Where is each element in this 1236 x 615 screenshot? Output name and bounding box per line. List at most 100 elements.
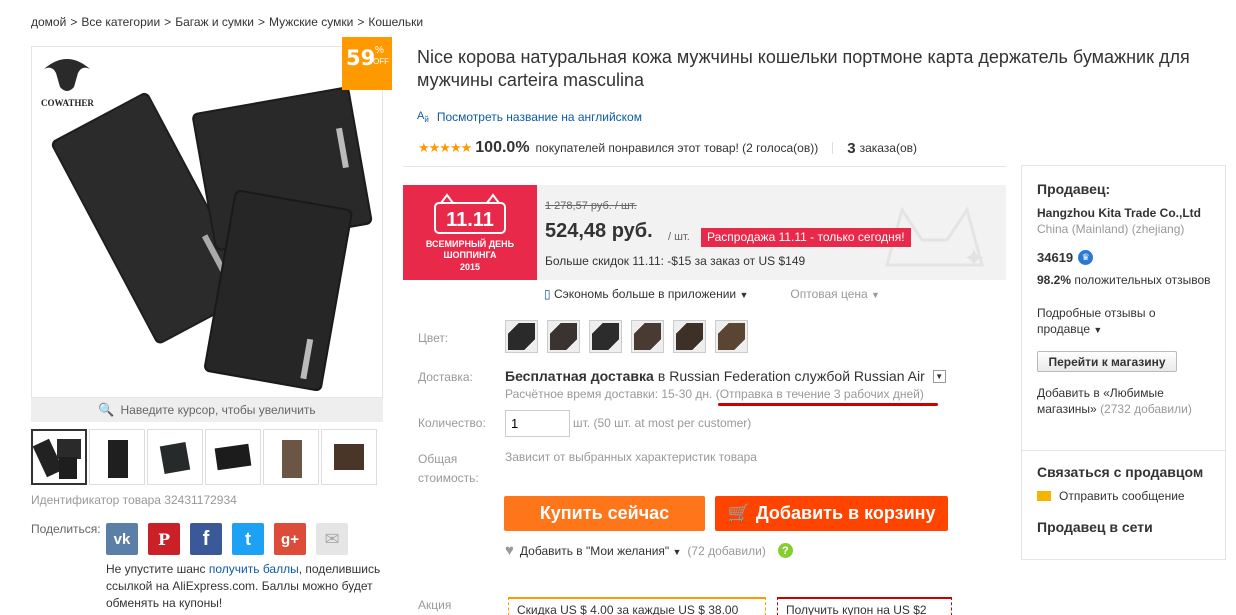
- svg-text:✦: ✦: [963, 243, 985, 273]
- divider: [403, 166, 1006, 167]
- svg-text:11.11: 11.11: [446, 209, 494, 231]
- thumbnail-strip: [31, 429, 377, 485]
- seller-card: Продавец: Hangzhou Kita Trade Co.,Ltd Ch…: [1021, 165, 1226, 560]
- wishlist-row: ♥ Добавить в "Мои желания" ▼ (72 добавил…: [505, 542, 793, 559]
- cart-icon: 🛒: [727, 503, 750, 523]
- svg-text:2015: 2015: [460, 262, 480, 272]
- zoom-hint-text: Наведите курсор, чтобы увеличить: [120, 403, 316, 417]
- red-highlight-underline: [718, 403, 938, 406]
- svg-text:ШОППИНГА: ШОППИНГА: [444, 250, 497, 260]
- brand-logo-icon: [44, 59, 90, 91]
- vk-icon[interactable]: vk: [106, 523, 138, 555]
- email-icon[interactable]: ✉: [316, 523, 348, 555]
- divider: [1022, 450, 1225, 451]
- quantity-label: Количество:: [418, 416, 486, 430]
- rating-row: ★★★★★ 100.0% покупателей понравился этот…: [418, 139, 917, 157]
- seller-name-link[interactable]: Hangzhou Kita Trade Co.,Ltd: [1037, 205, 1201, 221]
- brand-logo-text: COWATHER: [41, 98, 94, 108]
- app-row: ▯ Сэкономь больше в приложении ▼ Оптовая…: [544, 287, 880, 301]
- thumbnail-5[interactable]: [263, 429, 319, 485]
- breadcrumb: домой > Все категории > Багаж и сумки > Мужски…: [31, 15, 424, 29]
- shipping-destination: Russian Federation службой Russian Air: [669, 368, 925, 384]
- breadcrumb-wallets[interactable]: Кошельки: [368, 15, 423, 29]
- rating-percent: 100.0%: [475, 139, 530, 156]
- detailed-feedback-dropdown[interactable]: Подробные отзывы о продавце ▼: [1037, 305, 1187, 338]
- rating-stars-icon: ★★★★★: [418, 140, 472, 155]
- seller-title: Продавец:: [1037, 181, 1111, 197]
- help-icon[interactable]: ?: [777, 543, 793, 558]
- dispatch-time: (Отправка в течение 3 рабочих дней): [715, 387, 924, 401]
- orders-count: 3: [847, 139, 856, 157]
- thumbnail-3[interactable]: [147, 429, 203, 485]
- sale-badge: Распродажа 11.11 - только сегодня!: [701, 228, 911, 247]
- color-label: Цвет:: [418, 331, 449, 345]
- product-id: Идентификатор товара 32431172934: [31, 493, 237, 507]
- get-points-link[interactable]: получить баллы: [209, 562, 299, 576]
- add-to-cart-button[interactable]: 🛒 Добавить в корзину: [715, 496, 948, 531]
- free-shipping-text: Бесплатная доставка: [505, 368, 654, 384]
- thumbnail-6[interactable]: [321, 429, 377, 485]
- breadcrumb-luggage[interactable]: Багаж и сумки: [175, 15, 254, 29]
- thumbnail-1[interactable]: [31, 429, 87, 485]
- total-cost-value: Зависит от выбранных характеристик товар…: [505, 450, 757, 464]
- envelope-icon: [1037, 491, 1051, 501]
- caret-down-icon: ▼: [739, 290, 749, 300]
- shipping-label: Доставка:: [418, 370, 473, 384]
- magnifier-icon: 🔍: [98, 402, 115, 417]
- google-plus-icon[interactable]: g+: [274, 523, 306, 555]
- svg-text:ВСЕМИРНЫЙ ДЕНЬ: ВСЕМИРНЫЙ ДЕНЬ: [426, 238, 515, 249]
- zoom-hint: 🔍 Наведите курсор, чтобы увеличить: [31, 398, 383, 422]
- go-to-store-button[interactable]: Перейти к магазину: [1037, 351, 1177, 372]
- product-title: Nice корова натуральная кожа мужчины кош…: [417, 47, 1190, 90]
- color-swatch-1[interactable]: [505, 320, 538, 353]
- shipping-dropdown-icon[interactable]: ▼: [932, 369, 946, 383]
- singles-day-promo-logo: 11.11 ВСЕМИРНЫЙ ДЕНЬ ШОППИНГА 2015: [403, 185, 537, 280]
- save-in-app-dropdown[interactable]: ▯ Сэкономь больше в приложении ▼: [544, 287, 748, 301]
- thumbnail-4[interactable]: [205, 429, 261, 485]
- shipping-time: Расчётное время доставки: 15-30 дн. (Отп…: [505, 387, 924, 401]
- caret-down-icon: ▼: [871, 290, 880, 300]
- thumbnail-2[interactable]: [89, 429, 145, 485]
- color-swatch-2[interactable]: [547, 320, 580, 353]
- color-swatch-3[interactable]: [589, 320, 622, 353]
- rating-text[interactable]: покупателей понравился этот товар! (2 го…: [536, 141, 819, 155]
- wishlist-count: (72 добавили): [687, 543, 766, 558]
- view-english-title-link[interactable]: Посмотреть название на английском: [437, 110, 642, 124]
- translate-icon: Ай: [417, 110, 429, 125]
- seller-score-row: 34619 ♛: [1037, 250, 1094, 265]
- color-swatch-6[interactable]: [715, 320, 748, 353]
- main-product-image[interactable]: COWATHER: [31, 46, 383, 398]
- promotion-label: Акция: [418, 598, 452, 612]
- breadcrumb-home[interactable]: домой: [31, 15, 66, 29]
- quantity-note: шт. (50 шт. at most per customer): [573, 416, 752, 430]
- share-icons: vk P f t g+ ✉: [106, 523, 348, 555]
- seller-score: 34619: [1037, 250, 1074, 265]
- share-label: Поделиться:: [31, 522, 101, 536]
- facebook-icon[interactable]: f: [190, 523, 222, 555]
- store-discount-coupon[interactable]: Скидка US $ 4.00 за каждые US $ 38.00: [508, 597, 766, 615]
- share-note: Не упустите шанс получить баллы, поделив…: [106, 562, 381, 610]
- seller-location: China (Mainland) (zhejiang): [1037, 222, 1185, 236]
- seller-online-title: Продавец в сети: [1037, 519, 1153, 535]
- breadcrumb-all-categories[interactable]: Все категории: [81, 15, 160, 29]
- add-to-wishlist-link[interactable]: Добавить в "Мои желания" ▼: [520, 544, 682, 558]
- twitter-icon[interactable]: t: [232, 523, 264, 555]
- pinterest-icon[interactable]: P: [148, 523, 180, 555]
- chevron-down-icon: ▼: [672, 546, 682, 557]
- total-cost-label: Общая стоимость:: [418, 452, 479, 485]
- color-swatch-4[interactable]: [631, 320, 664, 353]
- wholesale-price-dropdown[interactable]: Оптовая цена ▼: [790, 287, 880, 301]
- get-coupon-button[interactable]: Получить купон на US $2: [777, 597, 952, 615]
- color-swatch-5[interactable]: [673, 320, 706, 353]
- crown-badge-icon: ♛: [1078, 250, 1094, 265]
- quantity-input[interactable]: [505, 410, 570, 437]
- old-price: 1 278,57 руб. / шт.: [545, 200, 637, 212]
- translate-row: Ай Посмотреть название на английском: [417, 110, 642, 124]
- send-message-row[interactable]: Отправить сообщение: [1037, 488, 1185, 504]
- buy-now-button[interactable]: Купить сейчас: [504, 496, 705, 531]
- orders-label: заказа(ов): [859, 141, 918, 155]
- discount-badge: 59 % OFF: [342, 37, 392, 90]
- current-price: 524,48 руб.: [545, 220, 653, 242]
- breadcrumb-mens-bags[interactable]: Мужские сумки: [269, 15, 353, 29]
- price-unit: / шт.: [668, 231, 690, 243]
